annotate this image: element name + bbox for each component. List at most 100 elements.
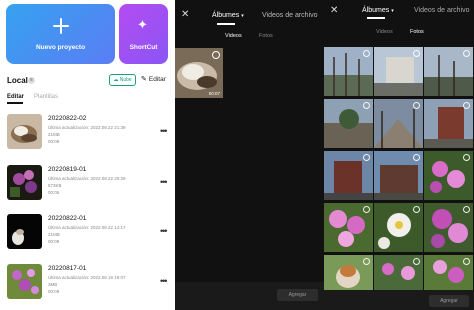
albums-underline [367, 17, 385, 19]
chevron-down-icon: ▾ [241, 13, 244, 19]
new-project-label: Nuevo proyecto [35, 44, 86, 51]
project-duration: 00:05 [48, 190, 60, 195]
photo-grid [324, 47, 474, 290]
photo-thumbnail[interactable] [374, 99, 423, 148]
more-icon[interactable]: ••• [160, 177, 168, 187]
project-name: 20220819-01 [48, 166, 87, 173]
add-button[interactable]: Agregar [277, 289, 318, 301]
tab-photos[interactable]: Fotos [259, 33, 273, 39]
video-thumbnail[interactable]: 00:07 [175, 48, 223, 98]
photo-picker-panel: ✕ Álbumes ▾ Videos de archivo Videos Fot… [324, 0, 474, 310]
select-circle[interactable] [463, 206, 470, 213]
project-duration: 00:09 [48, 289, 60, 294]
photo-thumbnail[interactable] [424, 99, 473, 148]
project-name: 20220822-02 [48, 115, 87, 122]
stock-videos-tab[interactable]: Videos de archivo [262, 12, 318, 19]
photo-thumbnail[interactable] [424, 255, 473, 290]
close-icon[interactable]: ✕ [181, 9, 189, 20]
photo-thumbnail[interactable] [324, 47, 373, 96]
more-icon[interactable]: ••• [160, 276, 168, 286]
tab-templates[interactable]: Plantillas [34, 94, 58, 100]
close-icon[interactable]: ✕ [330, 5, 338, 16]
select-circle[interactable] [463, 102, 470, 109]
select-circle[interactable] [413, 258, 420, 265]
tab-photos[interactable]: Fotos [410, 29, 424, 35]
plus-icon [53, 18, 69, 34]
project-thumbnail [7, 214, 42, 249]
shortcut-label: ShortCut [129, 44, 158, 51]
photo-thumbnail[interactable] [424, 47, 473, 96]
add-button[interactable]: Agregar [429, 295, 469, 307]
tab-edit[interactable]: Editar [7, 94, 24, 100]
select-circle[interactable] [363, 258, 370, 265]
tab-videos[interactable]: Videos [376, 29, 393, 35]
albums-dropdown[interactable]: Álbumes ▾ [212, 12, 244, 19]
cloud-icon: ☁ [113, 77, 119, 83]
tab-videos[interactable]: Videos [225, 33, 242, 39]
project-thumbnail [7, 114, 42, 149]
video-duration: 00:07 [208, 91, 220, 96]
albums-dropdown[interactable]: Álbumes ▾ [362, 7, 394, 14]
select-circle[interactable] [363, 50, 370, 57]
project-updated: Última actualización: 2022.08.19 19:07 [48, 275, 126, 280]
photo-thumbnail[interactable] [374, 151, 423, 200]
project-updated: Última actualización: 2022.08.22 20:28 [48, 176, 126, 181]
photo-thumbnail[interactable] [374, 203, 423, 252]
select-circle[interactable] [413, 206, 420, 213]
local-info-icon[interactable]: ≡ [28, 77, 35, 84]
select-circle[interactable] [463, 50, 470, 57]
video-picker-panel: ✕ Álbumes ▾ Videos de archivo Videos Fot… [175, 0, 324, 310]
albums-underline [217, 23, 235, 25]
photo-thumbnail[interactable] [324, 151, 373, 200]
project-item[interactable]: 20220822-02 Última actualización: 2022.0… [0, 114, 175, 154]
select-circle[interactable] [363, 102, 370, 109]
magic-wand-icon: ✦ [137, 17, 148, 32]
stock-videos-tab[interactable]: Videos de archivo [414, 7, 470, 14]
select-circle[interactable] [413, 102, 420, 109]
photo-thumbnail[interactable] [424, 151, 473, 200]
edit-label: Editar [148, 76, 166, 83]
project-size: 21MB [48, 132, 60, 137]
select-circle[interactable] [363, 154, 370, 161]
select-circle[interactable] [413, 154, 420, 161]
project-thumbnail [7, 165, 42, 200]
project-name: 20220822-01 [48, 215, 87, 222]
edit-pen-icon: ✎ [141, 76, 147, 83]
photo-thumbnail[interactable] [324, 203, 373, 252]
tab-edit-underline [7, 102, 23, 104]
project-item[interactable]: 20220817-01 Última actualización: 2022.0… [0, 264, 175, 304]
project-duration: 00:09 [48, 139, 60, 144]
project-duration: 00:09 [48, 239, 60, 244]
select-circle[interactable] [363, 206, 370, 213]
project-item[interactable]: 20220819-01 Última actualización: 2022.0… [0, 165, 175, 205]
project-size: 573KB [48, 183, 62, 188]
new-project-button[interactable]: Nuevo proyecto [6, 4, 115, 64]
edit-button[interactable]: ✎ Editar [141, 75, 166, 83]
more-icon[interactable]: ••• [160, 126, 168, 136]
home-panel: Nuevo proyecto ✦ ShortCut Local ≡ ☁ Nube… [0, 0, 175, 310]
photo-thumbnail[interactable] [324, 255, 373, 290]
photo-thumbnail[interactable] [424, 203, 473, 252]
photo-thumbnail[interactable] [374, 255, 423, 290]
shortcut-button[interactable]: ✦ ShortCut [119, 4, 168, 64]
project-updated: Última actualización: 2022.08.22 14:17 [48, 225, 126, 230]
select-circle[interactable] [413, 50, 420, 57]
project-updated: Última actualización: 2022.08.22 21:39 [48, 125, 126, 130]
select-circle[interactable] [463, 154, 470, 161]
albums-label: Álbumes [362, 7, 390, 14]
select-circle[interactable] [212, 51, 220, 59]
albums-label: Álbumes [212, 12, 240, 19]
photo-thumbnail[interactable] [374, 47, 423, 96]
more-icon[interactable]: ••• [160, 226, 168, 236]
cloud-label: Nube [119, 77, 132, 83]
select-circle[interactable] [463, 258, 470, 265]
project-size: 3MB [48, 282, 58, 287]
project-name: 20220817-01 [48, 265, 87, 272]
cloud-button[interactable]: ☁ Nube [109, 74, 136, 86]
project-item[interactable]: 20220822-01 Última actualización: 2022.0… [0, 214, 175, 254]
project-size: 21MB [48, 232, 60, 237]
local-heading: Local [7, 76, 28, 85]
project-thumbnail [7, 264, 42, 299]
chevron-down-icon: ▾ [391, 8, 394, 14]
photo-thumbnail[interactable] [324, 99, 373, 148]
